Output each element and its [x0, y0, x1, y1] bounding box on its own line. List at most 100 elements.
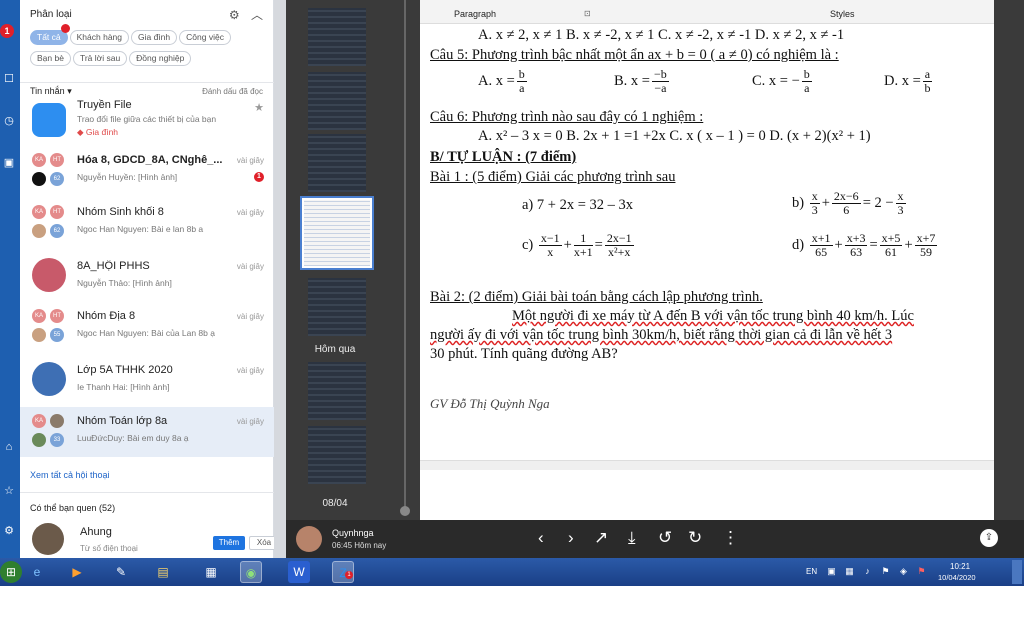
clock-time[interactable]: 10:21 [950, 562, 970, 571]
rotate-left-icon[interactable]: ↺ [658, 528, 672, 548]
start-button[interactable]: ⊞ [0, 561, 22, 583]
bai2-heading: Bài 2: (2 điểm) Giải bài toán bằng cách … [430, 289, 763, 305]
conversation-preview: Ngoc Han Nguyen: Bài của Lan 8b ạ [77, 328, 215, 338]
filter-customer[interactable]: Khách hàng [69, 30, 129, 45]
chevron-up-icon[interactable]: ︿ [251, 8, 263, 22]
thumbnail-selected[interactable] [300, 196, 374, 270]
contacts-icon[interactable]: ☐ [2, 72, 16, 86]
viewer-toolbar: Quynhnga 06:45 Hôm nay ‹ › ↗ ⤓ ↺ ↻ ⋮ ⇪ [286, 520, 1024, 558]
category-controls: ⚙ ︿ [229, 6, 263, 23]
filter-all[interactable]: Tất cả [30, 30, 68, 45]
zalo-unread-badge: 1 [345, 571, 353, 579]
internet-explorer-icon[interactable]: e [26, 561, 48, 583]
file-explorer-icon[interactable]: ▤ [152, 561, 174, 583]
thumbnail[interactable] [308, 278, 366, 336]
avatar: KA [32, 153, 46, 167]
filter-friends[interactable]: Bạn bè [30, 51, 71, 66]
conversation-preview: Nguyễn Thảo: [Hình ảnh] [77, 278, 172, 288]
language-indicator[interactable]: EN [806, 567, 817, 576]
date-label: Hôm qua [314, 344, 356, 355]
conversation-preview: Ngoc Han Nguyen: Bài e lan 8b a [77, 224, 204, 234]
rotate-right-icon[interactable]: ↻ [688, 528, 702, 548]
thumbnail[interactable] [308, 362, 366, 420]
avatar [50, 414, 64, 428]
settings-icon[interactable]: ⚙ [2, 524, 16, 538]
conversation-time: vài giây [236, 312, 264, 321]
b1b-label: b) [792, 194, 805, 211]
bai1-a: a) 7 + 2x = 32 – 3x [522, 197, 633, 213]
conversation-item[interactable]: 8A_HỘI PHHS Nguyễn Thảo: [Hình ảnh] vài … [20, 252, 274, 302]
system-tray: EN ▣ ▦ ♪ ⚑ ◈ ⚑ 10:21 10/04/2020 [800, 558, 1024, 586]
action-center-icon[interactable]: ⚑ [880, 566, 891, 577]
conversation-item[interactable]: KA HT 55 Nhóm Địa 8 Ngoc Han Nguyen: Bài… [20, 304, 274, 354]
filter-family[interactable]: Gia đình [131, 30, 178, 45]
conversation-name: 8A_HỘI PHHS [77, 260, 150, 272]
suggestions-heading: Có thể bạn quen (52) [30, 503, 116, 513]
conversation-preview: Trao đổi file giữa các thiết bị của bạn [77, 114, 217, 124]
group-avatar [32, 258, 66, 292]
mark-all-read-link[interactable]: Đánh dấu đã đọc [202, 87, 263, 96]
viewer-right-margin [994, 0, 1024, 520]
next-icon[interactable]: › [568, 528, 574, 548]
app-sidebar: 1 ☐ ◷ ▣ ⌂ ☆ ⚙ [0, 0, 20, 558]
download-icon[interactable]: ⤓ [628, 528, 636, 548]
previous-icon[interactable]: ‹ [538, 528, 544, 548]
app-tray-icon[interactable]: ▣ [826, 566, 837, 577]
add-friend-button[interactable]: Thêm [213, 536, 245, 550]
filter-colleagues[interactable]: Đồng nghiệp [129, 51, 192, 66]
volume-icon[interactable]: ♪ [862, 566, 873, 577]
q5-option-a: A. x = b a [478, 67, 527, 95]
network-tray-icon[interactable]: ▦ [844, 566, 855, 577]
star-icon[interactable]: ☆ [2, 484, 16, 498]
author-signature: GV Đỗ Thị Quỳnh Nga [430, 396, 550, 411]
coccoc-icon[interactable]: ◉ [240, 561, 262, 583]
filter-work[interactable]: Công việc [179, 30, 231, 45]
member-count: 33 [50, 433, 64, 447]
divider [20, 492, 274, 493]
cloud-icon[interactable]: ▣ [2, 156, 16, 170]
conversation-item[interactable]: Lớp 5A THHK 2020 Ie Thanh Hai: [Hình ảnh… [20, 356, 274, 406]
category-settings-icon[interactable]: ⚙ [229, 8, 240, 22]
conversation-name: Truyền File [77, 99, 132, 111]
word-icon[interactable]: W [288, 561, 310, 583]
thumbnail[interactable] [308, 72, 366, 130]
avatar: KA [32, 414, 46, 428]
pin-icon[interactable]: ★ [254, 101, 264, 114]
alert-icon[interactable]: ⚑ [916, 566, 927, 577]
shield-icon[interactable]: ◈ [898, 566, 909, 577]
share-icon[interactable]: ⇪ [980, 529, 998, 547]
thumbnail-scrollbar[interactable] [404, 0, 406, 512]
clock-date[interactable]: 10/04/2020 [938, 573, 976, 582]
forward-icon[interactable]: ↗ [594, 528, 608, 548]
suggestion-source: Từ số điện thoại [80, 544, 138, 553]
image-viewer: Hôm qua 08/04 Paragraph ⊡ Styles A. x ≠ … [274, 0, 1024, 558]
more-options-icon[interactable]: ⋮ [722, 528, 739, 548]
messages-dropdown[interactable]: Tin nhắn ▾ [30, 86, 72, 97]
ribbon-paragraph-label: Paragraph [454, 9, 497, 19]
suggestion-avatar [32, 523, 64, 555]
conversation-item[interactable]: KA HT 62 Nhóm Sinh khối 8 Ngoc Han Nguye… [20, 200, 274, 250]
conversation-item[interactable]: Truyền File Trao đổi file giữa các thiết… [20, 97, 274, 147]
filter-reply-later[interactable]: Trả lời sau [72, 51, 128, 66]
see-all-conversations-link[interactable]: Xem tất cả hội thoại [30, 470, 110, 480]
avatar [32, 328, 46, 342]
suggestion-name: Ahung [80, 526, 112, 538]
avatar: HT [50, 205, 64, 219]
show-desktop-button[interactable] [1012, 560, 1022, 584]
thumbnail[interactable] [308, 8, 366, 66]
media-player-icon[interactable]: ▶ [66, 561, 88, 583]
conversation-name: Nhóm Địa 8 [77, 310, 136, 322]
member-count: 62 [50, 172, 64, 186]
cloud-store-icon[interactable]: ⌂ [2, 440, 16, 454]
conversation-time: vài giây [236, 417, 264, 426]
thumbnail[interactable] [308, 426, 366, 484]
scroll-handle[interactable] [400, 506, 410, 516]
paint-icon[interactable]: ✎ [110, 561, 132, 583]
conversation-item[interactable]: KA HT 62 Hóa 8, GDCD_8A, CNghê_... Nguyễ… [20, 148, 274, 198]
thumbnail[interactable] [308, 134, 366, 192]
conversation-item[interactable]: KA 33 Nhóm Toán lớp 8a LuuĐứcDuy: Bài em… [20, 407, 274, 457]
winrar-icon[interactable]: ▦ [200, 561, 222, 583]
section-heading: B/ TỰ LUẬN : (7 điểm) [430, 149, 577, 165]
todo-icon[interactable]: ◷ [2, 114, 16, 128]
conversation-time: vài giây [236, 156, 264, 165]
